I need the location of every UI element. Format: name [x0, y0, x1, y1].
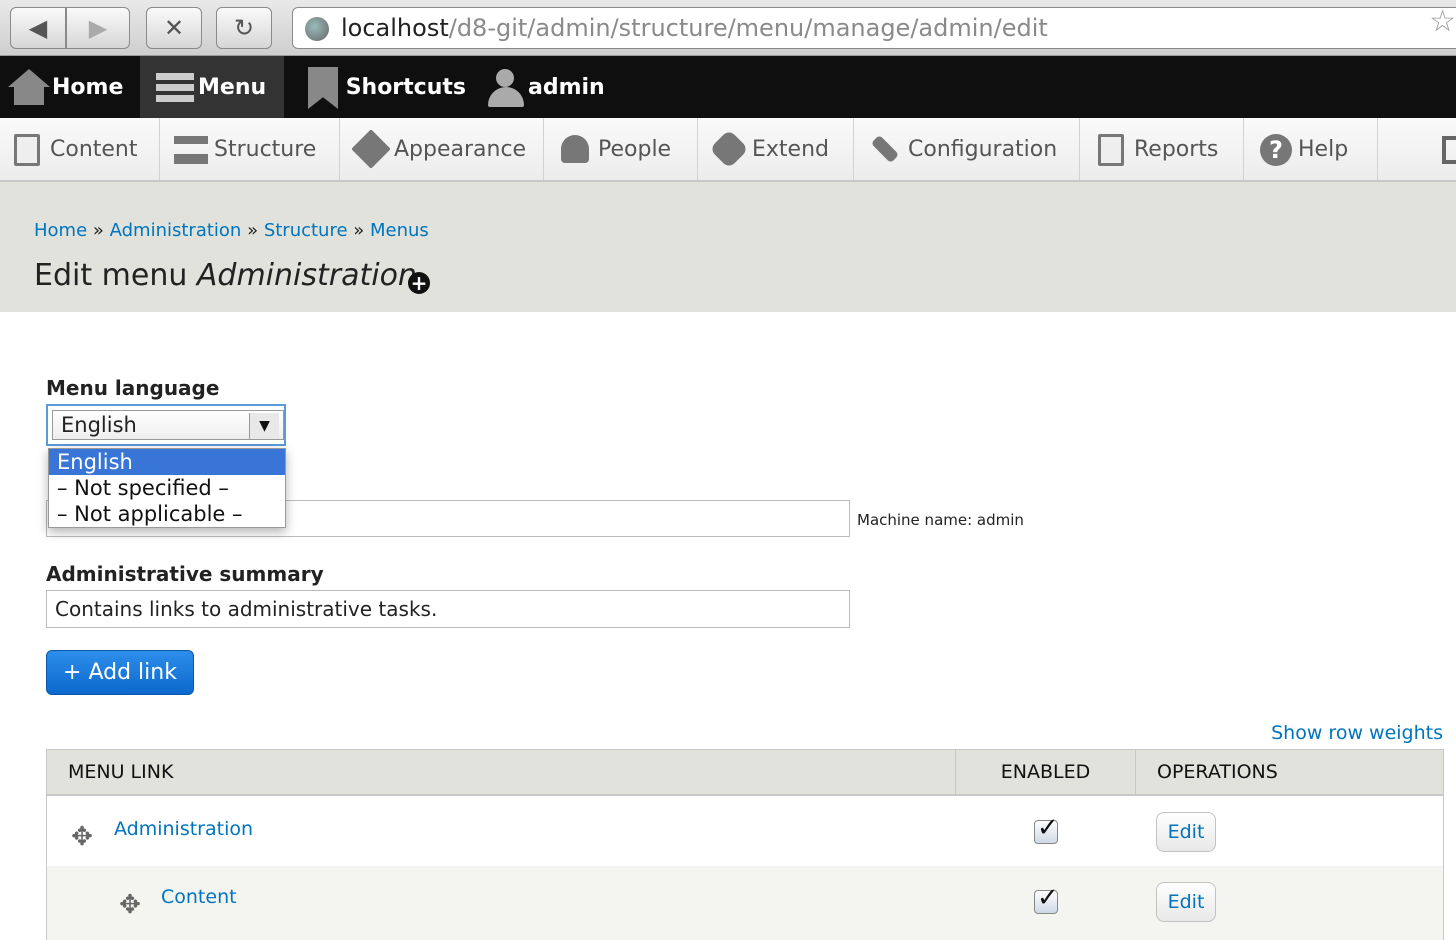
enabled-checkbox[interactable]: ✓ [1034, 813, 1059, 844]
tray-orientation-toggle-icon[interactable] [1442, 136, 1456, 164]
tray-item-structure[interactable]: Structure [160, 118, 340, 180]
close-icon: ✕ [163, 14, 185, 42]
tray-item-label: Reports [1134, 136, 1219, 162]
menu-link[interactable]: Content [161, 886, 237, 908]
language-option-not-applicable[interactable]: – Not applicable – [49, 501, 285, 527]
stop-button[interactable]: ✕ [146, 7, 202, 49]
menu-icon [154, 67, 194, 107]
tray-item-label: Extend [752, 136, 829, 162]
tray-item-label: Structure [214, 136, 317, 162]
page-title-menu-name: Administration [196, 258, 417, 293]
toolbar-user[interactable]: admin [480, 56, 630, 118]
back-arrow-icon: ◀ [28, 14, 48, 42]
tray-item-label: Appearance [394, 136, 527, 162]
toolbar-menu[interactable]: Menu [140, 56, 284, 118]
language-option-not-specified[interactable]: – Not specified – [49, 475, 285, 501]
document-icon [10, 132, 44, 166]
drag-handle-icon[interactable]: ✥ [69, 824, 95, 850]
enabled-checkbox[interactable]: ✓ [1034, 883, 1059, 914]
checkmark-icon: ✓ [1037, 813, 1059, 843]
page-title: Edit menu Administration [34, 258, 417, 293]
table-header: MENU LINK ENABLED OPERATIONS [47, 749, 1443, 796]
bookmark-icon [302, 67, 342, 109]
breadcrumb-menus[interactable]: Menus [370, 220, 429, 241]
toolbar-shortcuts[interactable]: Shortcuts [296, 56, 466, 118]
url-host: localhost [341, 14, 449, 42]
tray-item-label: People [598, 136, 672, 162]
tray-item-label: Help [1298, 136, 1349, 162]
page-header: Home » Administration » Structure » Menu… [0, 182, 1456, 312]
column-header-operations: OPERATIONS [1135, 750, 1443, 795]
drag-handle-icon[interactable]: ✥ [117, 892, 143, 918]
back-button[interactable]: ◀ [10, 7, 66, 49]
browser-toolbar: ◀ ▶ ✕ ↻ localhost/d8-git/admin/structure… [0, 0, 1456, 56]
reload-button[interactable]: ↻ [216, 7, 272, 49]
admin-tray: Content Structure Appearance People Exte… [0, 118, 1456, 182]
tray-item-appearance[interactable]: Appearance [340, 118, 544, 180]
menu-language-value: English [61, 413, 137, 437]
add-shortcut-icon[interactable]: + [408, 272, 430, 294]
column-header-enabled: ENABLED [955, 750, 1135, 795]
admin-toolbar: Home Menu Shortcuts admin [0, 56, 1456, 118]
show-row-weights-link[interactable]: Show row weights [1271, 722, 1443, 744]
bookmark-star-icon[interactable]: ☆ [1429, 7, 1456, 37]
menu-language-select[interactable]: English ▼ [46, 404, 286, 446]
sitemap-icon [174, 132, 208, 166]
url-path: /d8-git/admin/structure/menu/manage/admi… [448, 14, 1048, 42]
reload-icon: ↻ [233, 14, 255, 42]
tray-item-content[interactable]: Content [0, 118, 160, 180]
summary-label: Administrative summary [46, 562, 324, 586]
forward-button[interactable]: ▶ [66, 7, 130, 49]
menu-language-label: Menu language [46, 376, 220, 400]
wrench-icon [868, 132, 902, 166]
tray-item-configuration[interactable]: Configuration [854, 118, 1080, 180]
reports-icon [1094, 132, 1128, 166]
breadcrumb-administration[interactable]: Administration [110, 220, 242, 241]
language-dropdown-list: English – Not specified – – Not applicab… [48, 448, 286, 528]
tray-item-extend[interactable]: Extend [698, 118, 854, 180]
plug-icon [709, 129, 749, 169]
breadcrumb-structure[interactable]: Structure [264, 220, 348, 241]
tray-item-people[interactable]: People [544, 118, 698, 180]
toolbar-shortcuts-label: Shortcuts [345, 74, 466, 100]
edit-button[interactable]: Edit [1156, 882, 1216, 922]
chevron-down-icon: ▼ [249, 413, 279, 439]
table-row: ✥ Administration ✓ Edit [47, 796, 1443, 866]
add-link-button[interactable]: + Add link [46, 650, 194, 695]
toolbar-menu-label: Menu [198, 74, 267, 100]
language-option-english[interactable]: English [49, 449, 285, 475]
people-icon [558, 132, 592, 166]
tray-item-reports[interactable]: Reports [1080, 118, 1244, 180]
table-row: ✥ Content ✓ Edit [47, 866, 1443, 940]
toolbar-home-label: Home [52, 74, 124, 100]
help-icon: ? [1258, 132, 1292, 166]
tray-item-help[interactable]: ? Help [1244, 118, 1378, 180]
paintbrush-icon [351, 129, 391, 169]
home-icon [8, 67, 50, 107]
breadcrumb-home[interactable]: Home [34, 220, 87, 241]
forward-arrow-icon: ▶ [88, 14, 108, 42]
column-header-menu-link: MENU LINK [68, 761, 174, 783]
toolbar-user-label: admin [528, 74, 605, 100]
menu-link[interactable]: Administration [114, 818, 253, 840]
user-icon [484, 67, 524, 107]
address-bar[interactable]: localhost/d8-git/admin/structure/menu/ma… [292, 7, 1456, 49]
breadcrumb: Home » Administration » Structure » Menu… [34, 220, 429, 241]
checkmark-icon: ✓ [1037, 883, 1059, 913]
page-title-prefix: Edit menu [34, 258, 197, 293]
toolbar-home[interactable]: Home [0, 56, 140, 118]
menu-links-table: MENU LINK ENABLED OPERATIONS ✥ Administr… [46, 749, 1444, 940]
edit-button[interactable]: Edit [1156, 812, 1216, 852]
tray-item-label: Configuration [908, 136, 1058, 162]
summary-input[interactable]: Contains links to administrative tasks. [46, 590, 850, 628]
globe-icon [305, 17, 329, 41]
tray-item-label: Content [50, 136, 138, 162]
machine-name: Machine name: admin [857, 511, 1024, 529]
